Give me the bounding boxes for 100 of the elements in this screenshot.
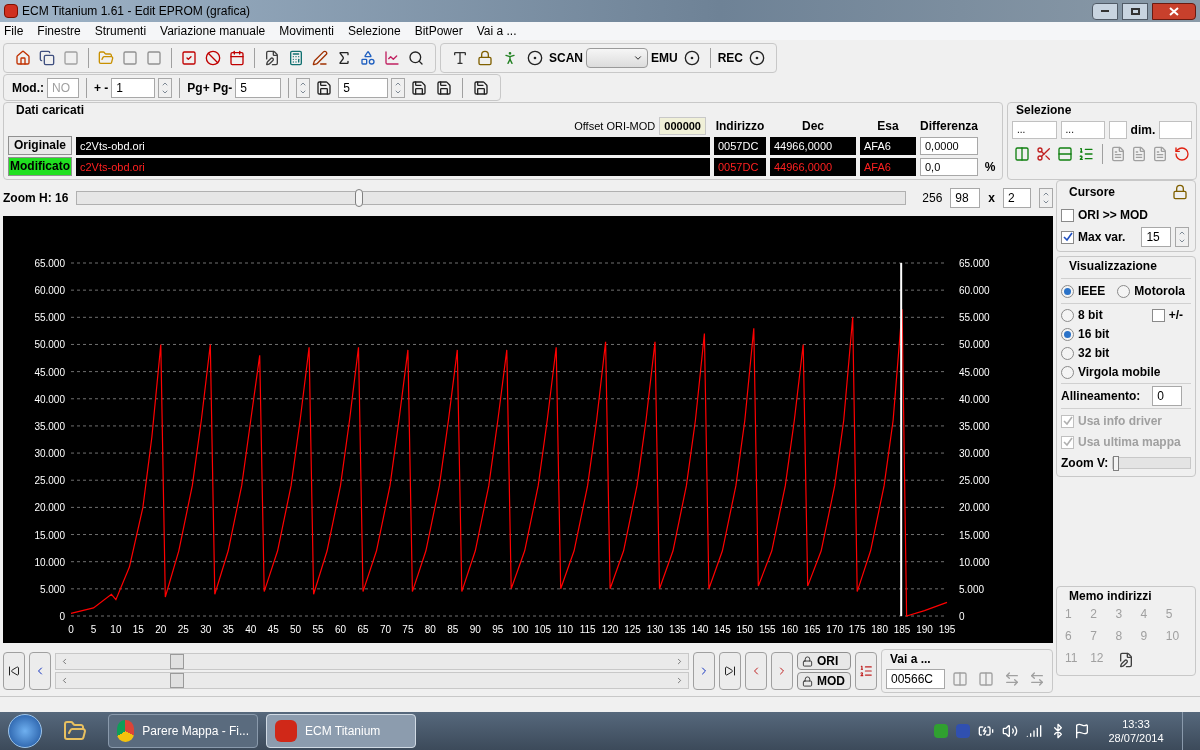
- selection-field[interactable]: [1109, 121, 1127, 139]
- x-tick-label: 25: [177, 624, 189, 635]
- horizontal-scrollbar[interactable]: [55, 653, 689, 670]
- x-tick-label: 180: [871, 624, 888, 635]
- file-name-field: c2Vts-obd.ori: [76, 157, 710, 176]
- menu-item[interactable]: Strumenti: [94, 22, 147, 40]
- y-tick-label: 5.000: [959, 583, 985, 595]
- x-tick-label: 185: [893, 624, 911, 635]
- y-tick-label: 20.000: [959, 502, 990, 514]
- page-field[interactable]: 5: [235, 77, 282, 98]
- menu-item[interactable]: Selezione: [347, 22, 401, 40]
- offset-label: Offset ORI-MOD: [574, 118, 656, 134]
- y-tick-label: 15.000: [34, 529, 65, 541]
- x-tick-label: 95: [492, 624, 504, 635]
- address-cell: 0057DC: [714, 157, 766, 176]
- battery-icon[interactable]: [978, 723, 994, 739]
- horizontal-scrollbar[interactable]: [55, 672, 689, 689]
- volume-icon[interactable]: [1002, 723, 1018, 739]
- difference-field[interactable]: 0,0000: [920, 136, 978, 155]
- x-tick-label: 85: [447, 624, 459, 635]
- x-tick-label: 105: [534, 624, 552, 635]
- folder-glyph-icon: [63, 719, 87, 743]
- menu-item[interactable]: Variazione manuale: [160, 22, 266, 40]
- checkbox[interactable]: [1151, 308, 1165, 322]
- selection-start-field[interactable]: ...: [1012, 121, 1057, 139]
- dec-cell: 44966,0000: [770, 136, 856, 155]
- next-difference-button[interactable]: [771, 652, 793, 690]
- step-field[interactable]: 1: [111, 77, 156, 98]
- panel-title: Selezione: [1016, 103, 1073, 117]
- file-button[interactable]: Modificato: [8, 157, 72, 176]
- menu-item[interactable]: File: [4, 22, 24, 40]
- zoom-value-field[interactable]: 98: [950, 188, 981, 208]
- zoom-v-slider[interactable]: [1112, 457, 1191, 469]
- alignment-field[interactable]: 0: [1152, 386, 1183, 406]
- radio-button[interactable]: [1061, 327, 1074, 341]
- ori-button[interactable]: ORI: [797, 652, 851, 670]
- close-button[interactable]: [1152, 2, 1196, 20]
- radio-button[interactable]: [1061, 284, 1074, 298]
- radio-button[interactable]: [1117, 284, 1131, 298]
- mod-button[interactable]: MOD: [797, 672, 851, 690]
- menu-item[interactable]: Vai a ...: [476, 22, 517, 40]
- maximize-button[interactable]: [1122, 2, 1148, 20]
- p-field[interactable]: 5: [338, 77, 389, 98]
- x-tick-label: 145: [714, 624, 731, 635]
- scan-dropdown[interactable]: [586, 47, 648, 68]
- checkbox[interactable]: [1061, 230, 1074, 244]
- y-tick-label: 30.000: [959, 448, 990, 460]
- option-label: Virgola mobile: [1078, 364, 1161, 381]
- zoom-slider[interactable]: [76, 191, 907, 205]
- dim-field[interactable]: [1159, 121, 1192, 139]
- y-tick-label: 50.000: [34, 339, 65, 351]
- goto-field[interactable]: 00566C: [886, 669, 946, 689]
- y-tick-label: 55.000: [959, 312, 990, 324]
- lock-icon: [802, 655, 813, 667]
- factor-field[interactable]: 2: [1003, 188, 1031, 208]
- flag-lines-button[interactable]: [855, 652, 877, 690]
- x-tick-label: 35: [222, 624, 234, 635]
- clock-date: 28/07/2014: [1108, 731, 1164, 745]
- radio-button[interactable]: [1061, 346, 1074, 360]
- first-button[interactable]: [3, 652, 25, 690]
- radio-button[interactable]: [1061, 308, 1074, 322]
- column-header: Dec: [801, 118, 825, 135]
- y-tick-label: 30.000: [34, 448, 65, 460]
- start-button[interactable]: [8, 714, 42, 748]
- factor-spinner[interactable]: [1039, 188, 1053, 208]
- minimize-button[interactable]: [1092, 2, 1118, 20]
- max-var-spinner[interactable]: [1175, 227, 1190, 247]
- last-button[interactable]: [719, 652, 741, 690]
- x-tick-label: 75: [402, 624, 414, 635]
- x-tick-label: 15: [132, 624, 144, 635]
- x-tick-label: 170: [826, 624, 844, 635]
- max-var-field[interactable]: 15: [1141, 227, 1172, 247]
- file-button[interactable]: Originale: [8, 136, 72, 155]
- scroll-thumb[interactable]: [170, 654, 184, 669]
- menu-item[interactable]: Movimenti: [279, 22, 334, 40]
- menu-item[interactable]: BitPower: [414, 22, 463, 40]
- rec-label: REC: [717, 49, 744, 67]
- y-tick-label: 45.000: [959, 366, 990, 378]
- signal-icon[interactable]: [1026, 723, 1042, 739]
- flag-icon[interactable]: [1074, 723, 1090, 739]
- x-tick-label: 55: [312, 624, 324, 635]
- x-tick-label: 60: [335, 624, 347, 635]
- x-tick-label: 175: [848, 624, 866, 635]
- zoom-v-label: Zoom V:: [1061, 455, 1109, 472]
- radio-button[interactable]: [1061, 365, 1074, 379]
- checkbox[interactable]: [1061, 208, 1074, 222]
- menu-item[interactable]: Finestre: [37, 22, 81, 40]
- step-spinner[interactable]: [158, 77, 173, 98]
- x-tick-label: 90: [469, 624, 481, 635]
- difference-field[interactable]: 0,0: [920, 157, 978, 176]
- window-title: ECM Titanium 1.61 - Edit EPROM (grafica): [22, 3, 252, 20]
- page-label: Pg+ Pg-: [187, 79, 233, 97]
- taskbar-item[interactable]: Parere Mappa - Fi...: [108, 714, 258, 748]
- scroll-thumb[interactable]: [170, 673, 184, 688]
- zoom-max-label: 256: [922, 190, 943, 207]
- option-label: Motorola: [1134, 283, 1186, 300]
- selection-end-field[interactable]: ...: [1060, 121, 1106, 139]
- alignment-label: Allineamento:: [1061, 388, 1141, 405]
- x-tick-label: 80: [424, 624, 436, 635]
- y-tick-label: 20.000: [34, 502, 65, 514]
